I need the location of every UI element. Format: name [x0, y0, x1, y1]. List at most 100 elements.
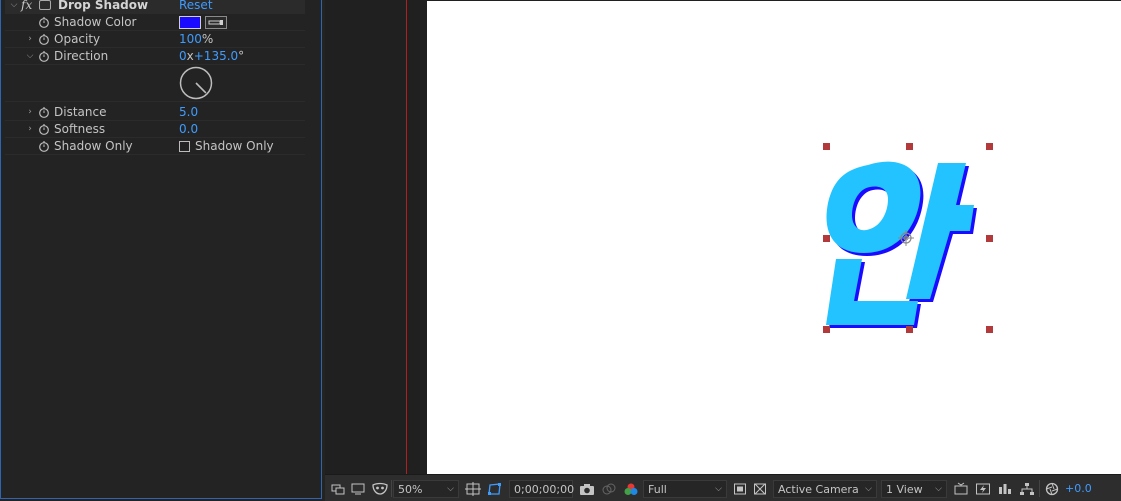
handle-middle-left[interactable]: [823, 235, 830, 242]
effect-header-drop-shadow[interactable]: ⌵ fx Drop Shadow Reset: [5, 0, 305, 14]
camera-view-dropdown[interactable]: Active Camera ⌵: [773, 480, 877, 498]
view-layout-value: 1 View: [886, 482, 923, 496]
timecode: 0;00;00;00: [514, 482, 575, 496]
toggle-pixel-aspect-button[interactable]: [953, 480, 969, 497]
show-snapshot-icon: [602, 483, 616, 494]
twirl-closed-icon[interactable]: ›: [25, 34, 35, 44]
stopwatch-icon[interactable]: [38, 106, 50, 118]
composition-viewer[interactable]: [325, 0, 1121, 474]
mask-icon: [372, 482, 388, 495]
eyedropper-icon: [208, 20, 223, 25]
zoom-value: 50%: [398, 482, 423, 496]
twirl-closed-icon[interactable]: ›: [25, 107, 35, 117]
toolbar-separator: [1039, 480, 1040, 497]
always-preview-button[interactable]: [331, 480, 345, 497]
opacity-value[interactable]: 100%: [179, 32, 213, 46]
property-label: Softness: [54, 122, 106, 136]
show-snapshot-button[interactable]: [601, 480, 617, 497]
timeline-button[interactable]: [997, 480, 1013, 497]
resolution-dropdown[interactable]: Full ⌵: [643, 480, 727, 498]
chevron-down-icon: ⌵: [865, 484, 872, 494]
handle-bottom-center[interactable]: [906, 326, 913, 333]
safe-margins-button[interactable]: [465, 480, 481, 497]
camera-view-value: Active Camera: [778, 482, 859, 496]
preview-icon: [331, 484, 345, 494]
stopwatch-icon[interactable]: [38, 140, 50, 152]
property-label: Shadow Only: [54, 139, 133, 153]
direction-dial-area: [5, 64, 305, 102]
rgb-channels-icon: [624, 483, 638, 495]
reset-link[interactable]: Reset: [179, 0, 213, 12]
effect-controls-panel: ⌵ fx Drop Shadow Reset Shadow Color › Op…: [0, 0, 322, 499]
property-label: Opacity: [54, 32, 101, 46]
handle-middle-right[interactable]: [986, 235, 993, 242]
twirl-closed-icon[interactable]: ›: [25, 124, 35, 134]
monitor-icon: [351, 483, 365, 494]
handle-top-right[interactable]: [986, 143, 993, 150]
chevron-down-icon: ⌵: [935, 484, 942, 494]
twirl-open-icon[interactable]: ⌵: [25, 51, 35, 61]
composition-canvas[interactable]: [427, 1, 1121, 474]
time-indicator-line: [406, 0, 407, 474]
handle-bottom-right[interactable]: [986, 326, 993, 333]
property-row-direction: ⌵ Direction 0x+135.0°: [5, 48, 305, 65]
exposure-text: +0.0: [1065, 482, 1092, 495]
camera-icon: [580, 483, 594, 495]
shadow-only-checkbox[interactable]: [179, 141, 190, 152]
property-label: Distance: [54, 105, 107, 119]
region-of-interest-button[interactable]: [733, 480, 747, 497]
flowchart-icon: [1020, 482, 1034, 495]
color-channel-button[interactable]: [623, 480, 639, 497]
handle-bottom-left[interactable]: [823, 326, 830, 333]
timeline-icon: [999, 483, 1011, 494]
exposure-icon: [1045, 482, 1059, 495]
transparency-grid-icon: [754, 483, 766, 494]
property-row-distance: › Distance 5.0: [5, 104, 305, 121]
handle-top-left[interactable]: [823, 143, 830, 150]
property-row-opacity: › Opacity 100%: [5, 31, 305, 48]
property-row-shadow-color: Shadow Color: [5, 14, 305, 31]
stopwatch-icon[interactable]: [38, 16, 50, 28]
property-row-shadow-only: Shadow Only Shadow Only: [5, 138, 305, 155]
exposure-value[interactable]: +0.0: [1065, 480, 1092, 497]
handle-top-center[interactable]: [906, 143, 913, 150]
toolbar-separator: [391, 480, 392, 497]
direction-dial[interactable]: [179, 66, 213, 100]
chevron-down-icon: ⌵: [715, 484, 722, 494]
pixel-aspect-icon: [954, 482, 968, 494]
text-layer[interactable]: [820, 141, 996, 337]
direction-value[interactable]: 0x+135.0°: [179, 49, 244, 63]
reset-exposure-button[interactable]: [1045, 480, 1059, 497]
effect-preset-icon: [39, 0, 51, 10]
property-label: Shadow Color: [54, 15, 137, 29]
shadow-only-checkbox-label[interactable]: Shadow Only: [195, 139, 274, 153]
viewer-toolbar: 50% ⌵ 0;00;00;00 Full ⌵ Active Camera ⌵ …: [325, 474, 1121, 501]
grid-icon: [465, 481, 481, 496]
zoom-dropdown[interactable]: 50% ⌵: [393, 480, 459, 498]
stopwatch-icon[interactable]: [38, 123, 50, 135]
region-of-interest-icon: [734, 483, 746, 494]
transparency-grid-button[interactable]: [753, 480, 767, 497]
shape-path-icon: [488, 482, 501, 495]
mask-visibility-button[interactable]: [371, 480, 389, 497]
twirl-open-icon[interactable]: ⌵: [9, 0, 19, 10]
resolution-value: Full: [648, 482, 667, 496]
effect-name: Drop Shadow: [58, 0, 149, 12]
property-label: Direction: [54, 49, 109, 63]
softness-value[interactable]: 0.0: [179, 122, 198, 136]
flowchart-button[interactable]: [1019, 480, 1035, 497]
fast-preview-button[interactable]: [975, 480, 991, 497]
stopwatch-icon[interactable]: [38, 50, 50, 62]
chevron-down-icon: ⌵: [447, 484, 454, 494]
eyedropper-button[interactable]: [205, 16, 227, 29]
property-row-softness: › Softness 0.0: [5, 121, 305, 138]
stopwatch-icon[interactable]: [38, 33, 50, 45]
view-layout-dropdown[interactable]: 1 View ⌵: [881, 480, 947, 498]
shadow-color-swatch[interactable]: [179, 16, 201, 29]
fx-toggle[interactable]: fx: [21, 0, 32, 12]
snapshot-button[interactable]: [579, 480, 595, 497]
mask-path-visibility-button[interactable]: [487, 480, 503, 497]
distance-value[interactable]: 5.0: [179, 105, 198, 119]
current-time-field[interactable]: 0;00;00;00: [509, 480, 575, 498]
monitor-button[interactable]: [351, 480, 365, 497]
